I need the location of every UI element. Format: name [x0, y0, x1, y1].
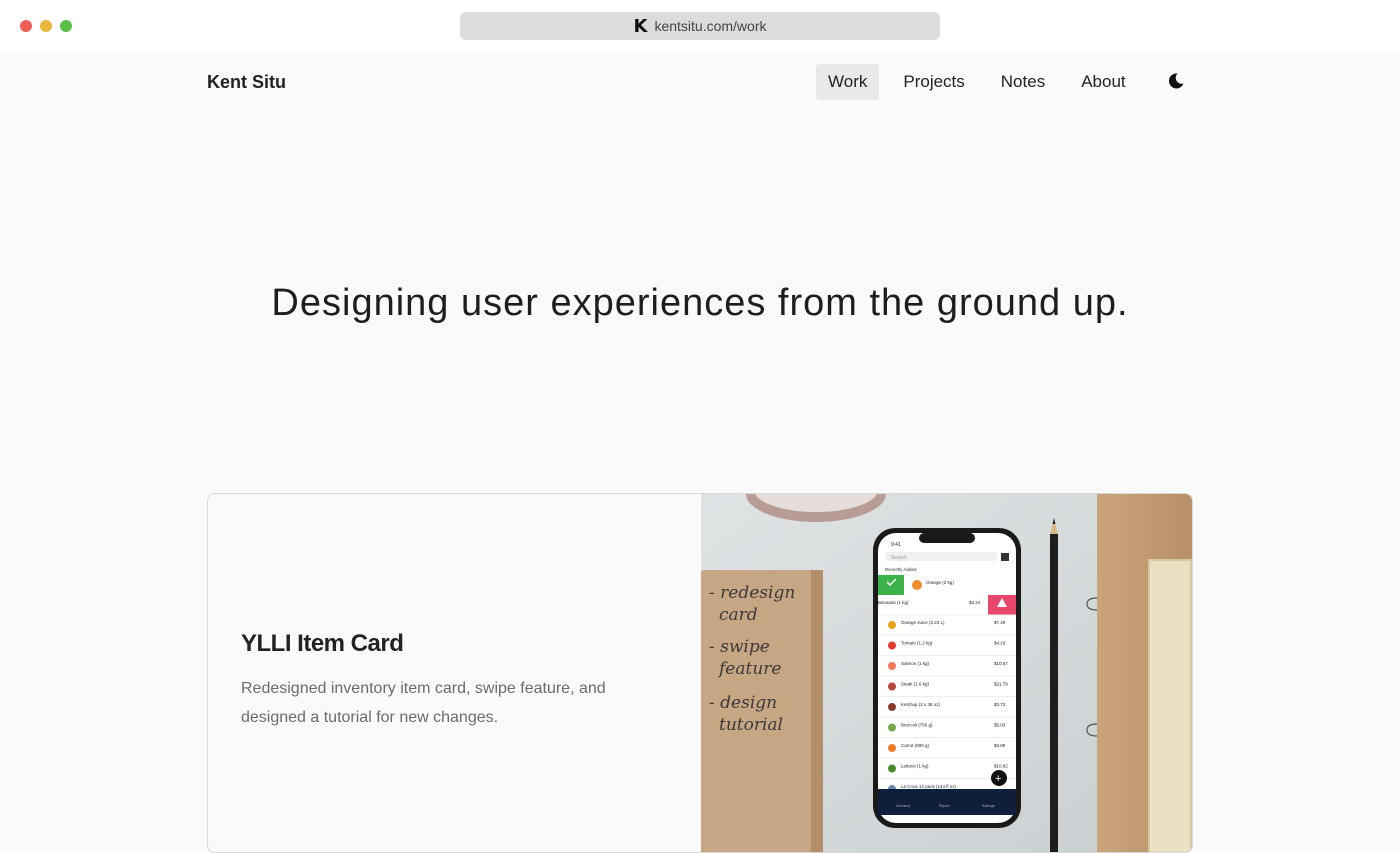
- phone-item-icon: [888, 662, 896, 670]
- maximize-window-button[interactable]: [60, 20, 72, 32]
- phone-item-price: $10.82: [994, 764, 1008, 769]
- phone-item-name: La Croix 12 pack (144 fl oz): [901, 784, 957, 789]
- svg-text:Search: Search: [891, 555, 907, 561]
- phone-item-icon: [888, 703, 896, 711]
- site-page: Kent Situ Work Projects Notes About Desi…: [0, 52, 1400, 853]
- phone-item-name: Steak (1.6 kg): [901, 682, 930, 687]
- svg-text:- design: - design: [709, 693, 777, 713]
- browser-chrome: K kentsitu.com/work: [0, 0, 1400, 52]
- nav-item-work[interactable]: Work: [816, 64, 880, 100]
- phone-item-price: $10.67: [994, 661, 1008, 666]
- main-nav: Work Projects Notes About: [816, 64, 1150, 100]
- svg-text:- swipe: - swipe: [709, 637, 770, 657]
- site-brand-link[interactable]: Kent Situ: [207, 72, 286, 93]
- phone-item-icon: [888, 641, 896, 650]
- nav-item-projects[interactable]: Projects: [891, 64, 976, 100]
- project-card[interactable]: YLLI Item Card Redesigned inventory item…: [207, 493, 1193, 853]
- moon-icon[interactable]: [1166, 71, 1186, 91]
- phone-tab-label: Report: [939, 804, 950, 808]
- phone-item-price: $3.72: [994, 702, 1006, 707]
- project-description: Redesigned inventory item card, swipe fe…: [241, 680, 606, 726]
- svg-text:- redesign: - redesign: [709, 583, 795, 603]
- phone-item-name: Broccoli (750 g): [901, 723, 933, 728]
- phone-item-icon: [888, 764, 896, 773]
- phone-tab-label: Settings: [982, 804, 995, 808]
- phone-item-name: Orange Juice (2.23 L): [901, 620, 945, 625]
- project-image: - redesign card - swipe feature - design…: [701, 494, 1192, 852]
- site-favicon-icon: K: [633, 15, 648, 37]
- project-title: YLLI Item Card: [241, 630, 404, 657]
- phone-item-price: $4.19: [994, 641, 1006, 646]
- phone-item-name: Ketchup (2 x 38 oz): [901, 702, 941, 707]
- phone-item-name: Salmon (1 kg): [901, 661, 930, 666]
- phone-item-name: Carrot (800 g): [901, 743, 930, 748]
- phone-item-name: Lettuce (1 kg): [901, 764, 929, 769]
- nav-item-about[interactable]: About: [1069, 64, 1137, 100]
- svg-text:Bananas (1 kg): Bananas (1 kg): [878, 600, 909, 605]
- svg-text:$3.24: $3.24: [969, 600, 981, 605]
- phone-item-icon: [888, 682, 896, 691]
- svg-text:tutorial: tutorial: [719, 715, 783, 735]
- phone-item-name: Tomato (1.2 kg): [901, 641, 933, 646]
- address-bar[interactable]: K kentsitu.com/work: [460, 12, 940, 40]
- minimize-window-button[interactable]: [40, 20, 52, 32]
- phone-item-price: $3.89: [994, 743, 1006, 748]
- svg-text:Orange (2 kg): Orange (2 kg): [926, 580, 954, 585]
- phone-item-price: $5.03: [994, 723, 1006, 728]
- svg-text:+: +: [995, 773, 1001, 785]
- phone-item-price: $21.79: [994, 682, 1008, 687]
- phone-item-price: $7.49: [994, 620, 1006, 625]
- close-window-button[interactable]: [20, 20, 32, 32]
- svg-text:feature: feature: [717, 659, 781, 679]
- svg-text:card: card: [719, 605, 758, 625]
- svg-text:Recently Added: Recently Added: [885, 567, 917, 572]
- svg-text:9:41: 9:41: [891, 542, 901, 548]
- phone-item-icon: [888, 744, 896, 752]
- phone-tab-label: Inventory: [896, 804, 911, 808]
- phone-item-icon: [888, 723, 896, 732]
- hero-headline: Designing user experiences from the grou…: [271, 282, 1129, 324]
- nav-item-notes[interactable]: Notes: [989, 64, 1057, 100]
- phone-item-icon: [888, 621, 896, 629]
- url-text: kentsitu.com/work: [654, 18, 767, 34]
